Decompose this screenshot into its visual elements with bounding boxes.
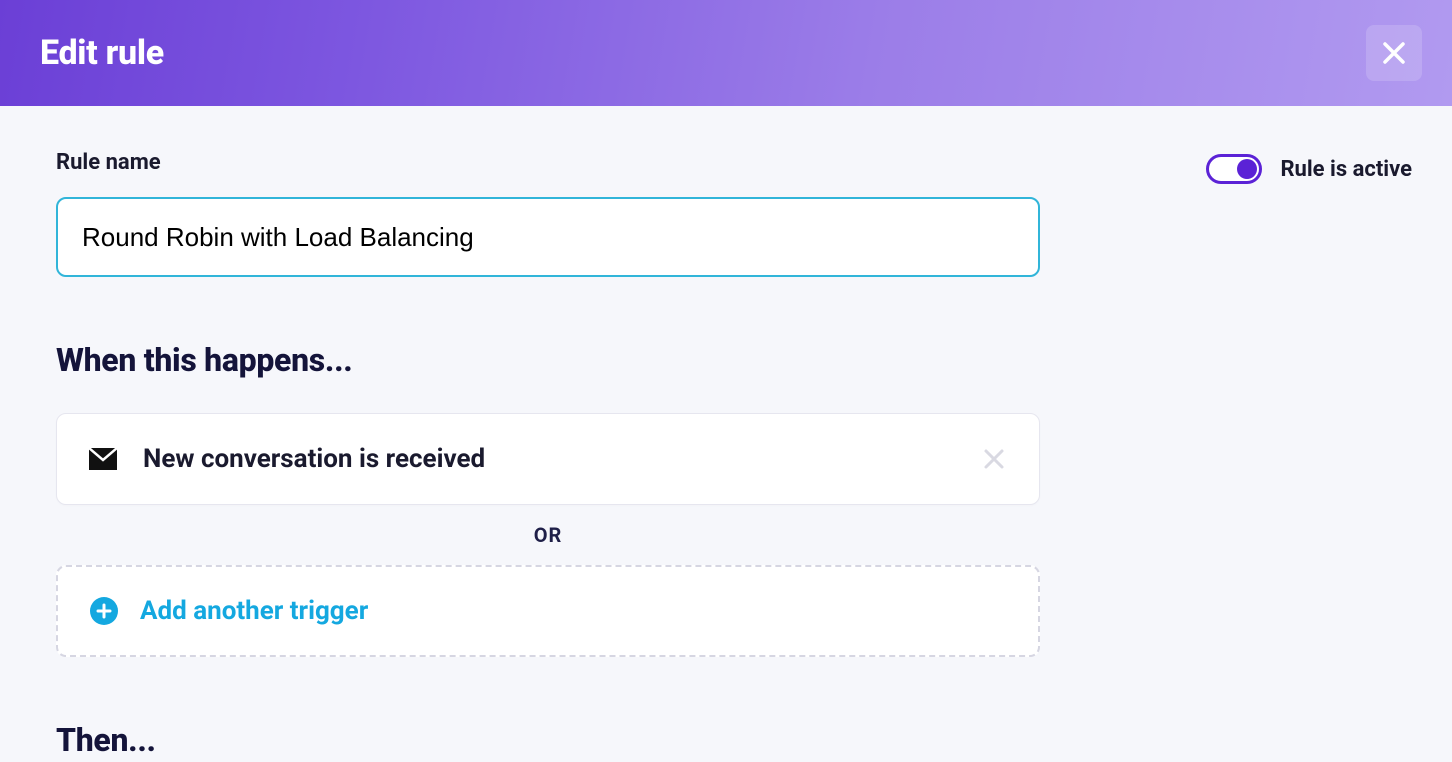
then-section-heading: Then... xyxy=(56,721,1412,759)
rule-name-section: Rule name xyxy=(56,150,1040,277)
top-row: Rule name Rule is active xyxy=(56,150,1412,277)
modal-header: Edit rule xyxy=(0,0,1452,106)
remove-trigger-button[interactable] xyxy=(977,442,1011,476)
rule-active-label: Rule is active xyxy=(1280,157,1412,182)
trigger-content: New conversation is received xyxy=(89,444,485,474)
plus-circle-icon xyxy=(90,597,118,625)
add-trigger-button[interactable]: Add another trigger xyxy=(56,565,1040,657)
close-icon xyxy=(983,448,1005,470)
close-button[interactable] xyxy=(1366,25,1422,81)
trigger-label: New conversation is received xyxy=(143,444,485,474)
modal-content: Rule name Rule is active When this happe… xyxy=(0,106,1452,759)
toggle-knob xyxy=(1237,159,1257,179)
or-separator: OR xyxy=(56,523,1040,547)
page-title: Edit rule xyxy=(40,33,164,73)
when-section-heading: When this happens... xyxy=(56,341,1412,379)
add-trigger-label: Add another trigger xyxy=(140,596,368,626)
rule-name-input[interactable] xyxy=(56,197,1040,277)
mail-icon xyxy=(89,448,117,470)
rule-name-label: Rule name xyxy=(56,150,1040,175)
rule-active-toggle-section: Rule is active xyxy=(1206,154,1412,184)
close-icon xyxy=(1381,40,1407,66)
rule-active-toggle[interactable] xyxy=(1206,154,1262,184)
trigger-card[interactable]: New conversation is received xyxy=(56,413,1040,505)
